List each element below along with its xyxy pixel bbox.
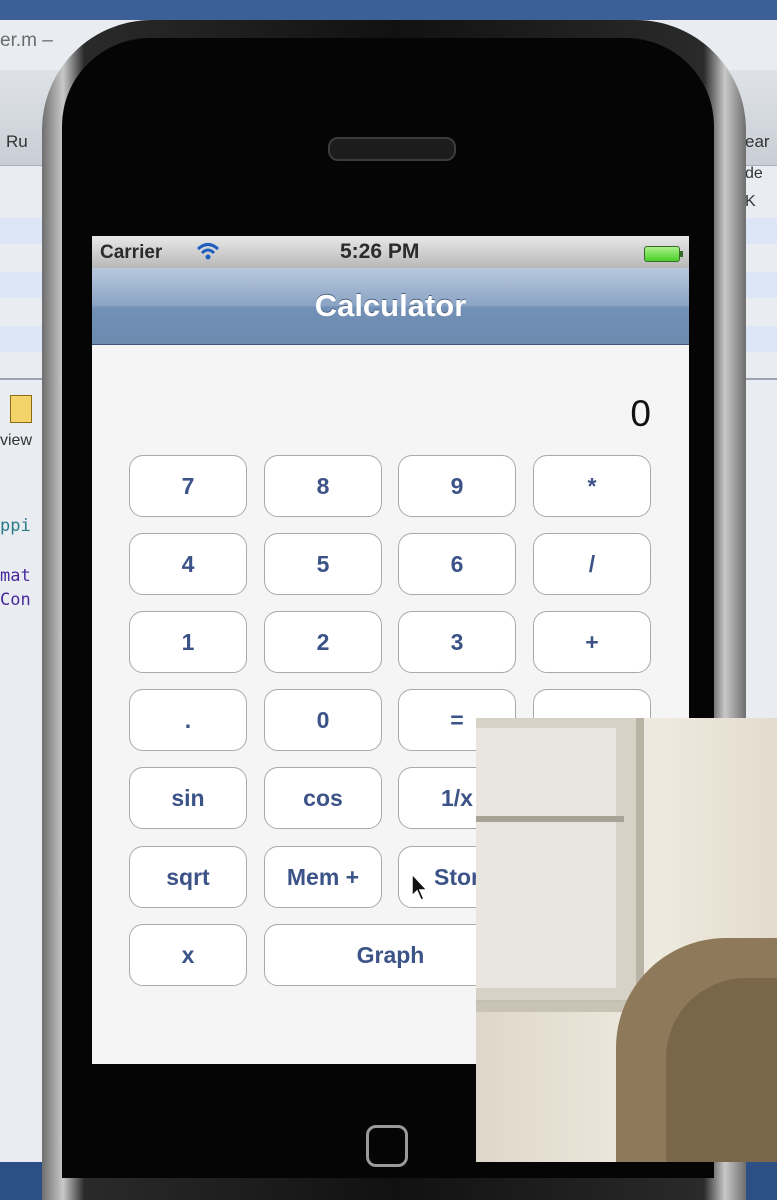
desktop-menubar [0, 0, 777, 20]
webcam-window-bar [476, 816, 624, 822]
earpiece-speaker [328, 137, 456, 161]
xcode-window-title: er.m – [0, 30, 53, 51]
webcam-window-pane [476, 728, 616, 988]
decimal-point-button[interactable]: . [129, 689, 247, 751]
digit-7-button[interactable]: 7 [129, 455, 247, 517]
nav-title: Calculator [314, 288, 467, 323]
digit-1-button[interactable]: 1 [129, 611, 247, 673]
battery-icon [644, 246, 683, 262]
code-line: Con [0, 590, 31, 610]
calculator-display: 0 [630, 393, 651, 434]
mouse-cursor-icon [411, 872, 429, 901]
home-button[interactable] [366, 1125, 408, 1167]
digit-2-button[interactable]: 2 [264, 611, 382, 673]
xcode-toolbar-right-label-3: K [745, 193, 756, 210]
divide-button[interactable]: / [533, 533, 651, 595]
file-icon [10, 395, 32, 423]
sin-button[interactable]: sin [129, 767, 247, 829]
digit-3-button[interactable]: 3 [398, 611, 516, 673]
status-time: 5:26 PM [340, 240, 420, 263]
variable-x-button[interactable]: x [129, 924, 247, 986]
digit-4-button[interactable]: 4 [129, 533, 247, 595]
xcode-toolbar-right-label-2: de [745, 165, 763, 182]
navigation-bar: Calculator [92, 268, 689, 345]
status-bar: Carrier 5:26 PM [92, 236, 689, 268]
xcode-run-button-label[interactable]: Ru [6, 132, 28, 152]
wifi-icon [196, 243, 220, 260]
webcam-overlay [476, 718, 777, 1162]
memory-plus-button[interactable]: Mem + [264, 846, 382, 908]
xcode-toolbar-right-label: ear [745, 132, 770, 151]
view-label: view [0, 432, 33, 449]
code-line: ppi [0, 516, 31, 536]
digit-8-button[interactable]: 8 [264, 455, 382, 517]
digit-9-button[interactable]: 9 [398, 455, 516, 517]
carrier-label: Carrier [100, 242, 163, 263]
cos-button[interactable]: cos [264, 767, 382, 829]
digit-6-button[interactable]: 6 [398, 533, 516, 595]
digit-0-button[interactable]: 0 [264, 689, 382, 751]
add-button[interactable]: + [533, 611, 651, 673]
sqrt-button[interactable]: sqrt [129, 846, 247, 908]
multiply-button[interactable]: * [533, 455, 651, 517]
digit-5-button[interactable]: 5 [264, 533, 382, 595]
code-line: mat [0, 566, 31, 586]
